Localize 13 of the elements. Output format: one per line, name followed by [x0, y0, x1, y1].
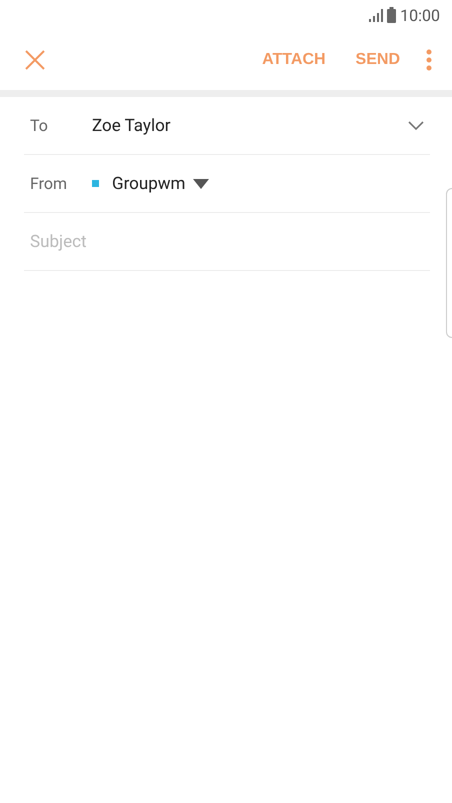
account-dropdown[interactable]: Groupwm: [112, 174, 210, 194]
to-label: To: [29, 116, 49, 135]
clock: 10:00: [400, 6, 440, 24]
signal-icon: [369, 8, 384, 22]
caret-icon: [193, 178, 210, 188]
toolbar-action[interactable]: SEND: [356, 45, 400, 75]
battery-icon: [387, 7, 396, 23]
chevron-down-icon[interactable]: [408, 121, 424, 130]
toolbar-action[interactable]: ATTACH: [262, 45, 326, 75]
from-label: From: [29, 174, 68, 193]
recipient: Zoe Taylor: [92, 116, 172, 136]
subject-field[interactable]: Subject: [24, 222, 430, 262]
more-options-button[interactable]: [424, 47, 434, 73]
